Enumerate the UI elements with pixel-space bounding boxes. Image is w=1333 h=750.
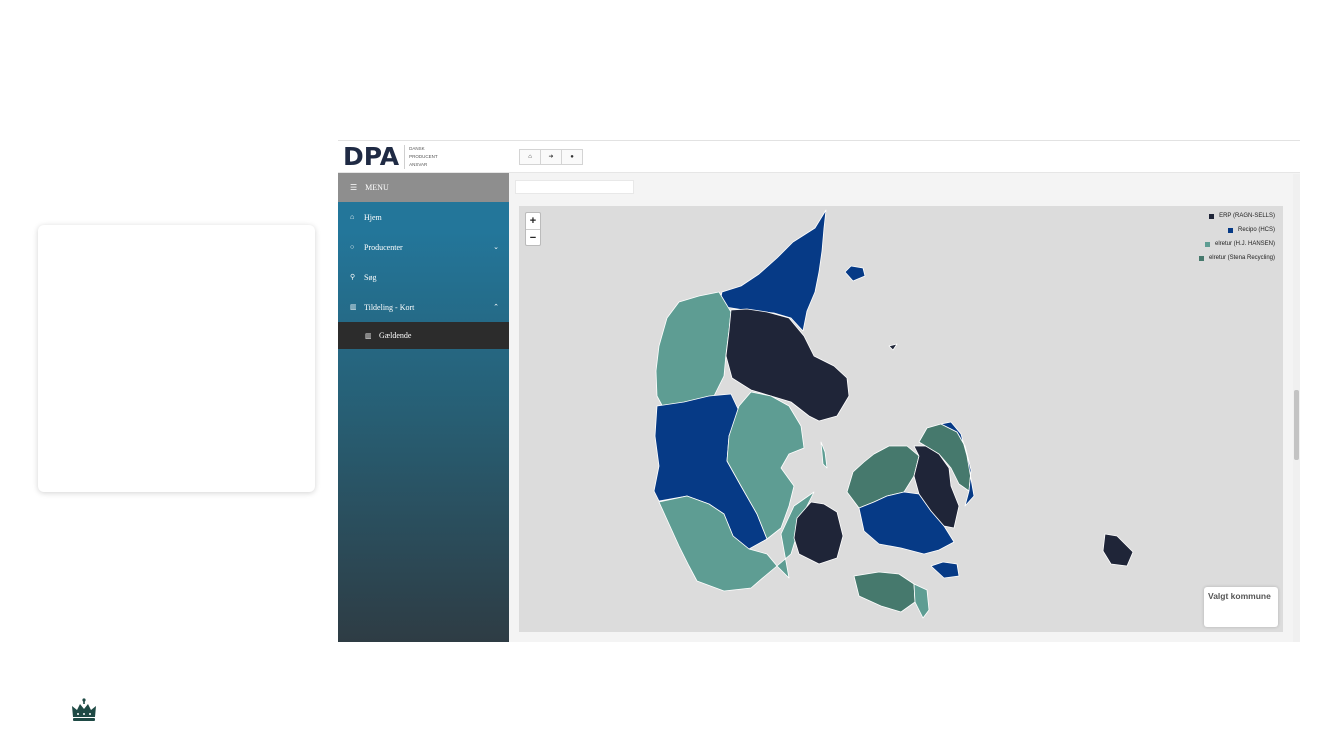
sidebar-subitem-gaeldende[interactable]: ▥ Gældende (338, 322, 509, 349)
map-svg (653, 209, 1134, 619)
sidebar-item-label: Producenter (364, 242, 403, 252)
region-anholt[interactable] (888, 343, 898, 351)
presentation-slide: DPA DANSK PRODUCENT ANSVAR ☰ MENU ⌂ Hjem… (0, 0, 1333, 750)
selected-municipality-title: Valgt kommune (1208, 591, 1271, 601)
legend-label: Recipo (HCS) (1237, 227, 1275, 233)
menu-toggle[interactable]: ☰ MENU (338, 173, 509, 202)
legend-item: ERP (RAGN-SELLS) (1199, 209, 1275, 223)
legend-item: elretur (H.J. HANSEN) (1199, 237, 1275, 251)
legend-label: ERP (RAGN-SELLS) (1219, 213, 1275, 219)
sidebar-item-hjem[interactable]: ⌂ Hjem (338, 202, 509, 232)
map-icon: ▥ (365, 331, 372, 340)
sign-in-button[interactable]: ➜ (540, 148, 562, 165)
blank-card (38, 225, 315, 492)
crown-icon (72, 698, 96, 721)
legend-swatch (1204, 241, 1210, 247)
hamburger-icon: ☰ (350, 183, 358, 192)
search-icon: ⚲ (350, 273, 356, 281)
brand-subtitle-line: PRODUCENT (409, 153, 438, 159)
region-laesoe[interactable] (844, 265, 866, 282)
brand-subtitle-line: ANSVAR (409, 161, 428, 167)
sidebar-item-label: Søg (364, 272, 377, 282)
zoom-control: + − (525, 212, 541, 246)
map-icon: ▥ (350, 303, 357, 311)
top-toolbar: ⌂ ➜ ● (509, 141, 1300, 173)
sidebar-item-producenter[interactable]: ○ Producenter ⌄ (338, 232, 509, 262)
zoom-in-button[interactable]: + (526, 213, 540, 229)
region-samsoe[interactable] (820, 441, 828, 469)
scrollbar-thumb[interactable] (1294, 390, 1299, 460)
region-bornholm[interactable] (1102, 533, 1134, 567)
sidebar-item-label: Hjem (364, 212, 382, 222)
globe-button[interactable]: ● (561, 148, 583, 165)
brand-header[interactable]: DPA DANSK PRODUCENT ANSVAR (338, 141, 509, 173)
content-area: + − ERP (RAGN-SELLS) Recipo (HCS) elretu… (509, 174, 1289, 642)
region-nordvestjylland[interactable] (655, 291, 732, 410)
legend-swatch (1227, 227, 1233, 233)
sidebar: DPA DANSK PRODUCENT ANSVAR ☰ MENU ⌂ Hjem… (338, 141, 509, 642)
brand-subtitle-line: DANSK (409, 145, 425, 151)
region-moen[interactable] (930, 561, 960, 579)
legend-label: elretur (Stena Recycling) (1208, 255, 1275, 261)
sign-in-icon: ➜ (548, 154, 554, 160)
legend-swatch (1198, 255, 1204, 261)
filter-input[interactable] (515, 180, 634, 194)
region-falster[interactable] (913, 583, 930, 619)
home-icon: ⌂ (528, 153, 532, 160)
home-button[interactable]: ⌂ (519, 148, 541, 165)
sidebar-item-label: Gældende (379, 331, 412, 340)
chevron-up-icon: ⌃ (493, 303, 499, 311)
sidebar-item-sog[interactable]: ⚲ Søg (338, 262, 509, 292)
main-panel: ⌂ ➜ ● + − ERP (RAGN-SELLS) Recipo (HCS) … (509, 141, 1300, 642)
home-icon: ⌂ (350, 213, 355, 221)
selected-municipality-box: Valgt kommune (1204, 587, 1278, 627)
circle-icon: ○ (350, 243, 355, 251)
globe-icon: ● (570, 153, 574, 160)
app-screenshot: DPA DANSK PRODUCENT ANSVAR ☰ MENU ⌂ Hjem… (338, 140, 1300, 642)
menu-label: MENU (365, 183, 389, 192)
brand-logo: DPA (343, 142, 400, 171)
legend-label: elretur (H.J. HANSEN) (1214, 241, 1275, 247)
legend-item: Recipo (HCS) (1199, 223, 1275, 237)
sidebar-item-tildeling-kort[interactable]: ▥ Tildeling - Kort ⌃ (338, 292, 509, 322)
region-lolland[interactable] (853, 571, 916, 613)
brand-subtitle: DANSK PRODUCENT ANSVAR (404, 144, 438, 169)
legend-item: elretur (Stena Recycling) (1198, 251, 1275, 265)
sidebar-item-label: Tildeling - Kort (364, 302, 415, 312)
legend-swatch (1209, 213, 1215, 219)
denmark-map[interactable]: + − ERP (RAGN-SELLS) Recipo (HCS) elretu… (519, 206, 1283, 632)
map-legend: ERP (RAGN-SELLS) Recipo (HCS) elretur (H… (1198, 209, 1275, 265)
scrollbar[interactable] (1293, 174, 1300, 642)
zoom-out-button[interactable]: − (526, 229, 540, 245)
chevron-down-icon: ⌄ (493, 243, 499, 251)
